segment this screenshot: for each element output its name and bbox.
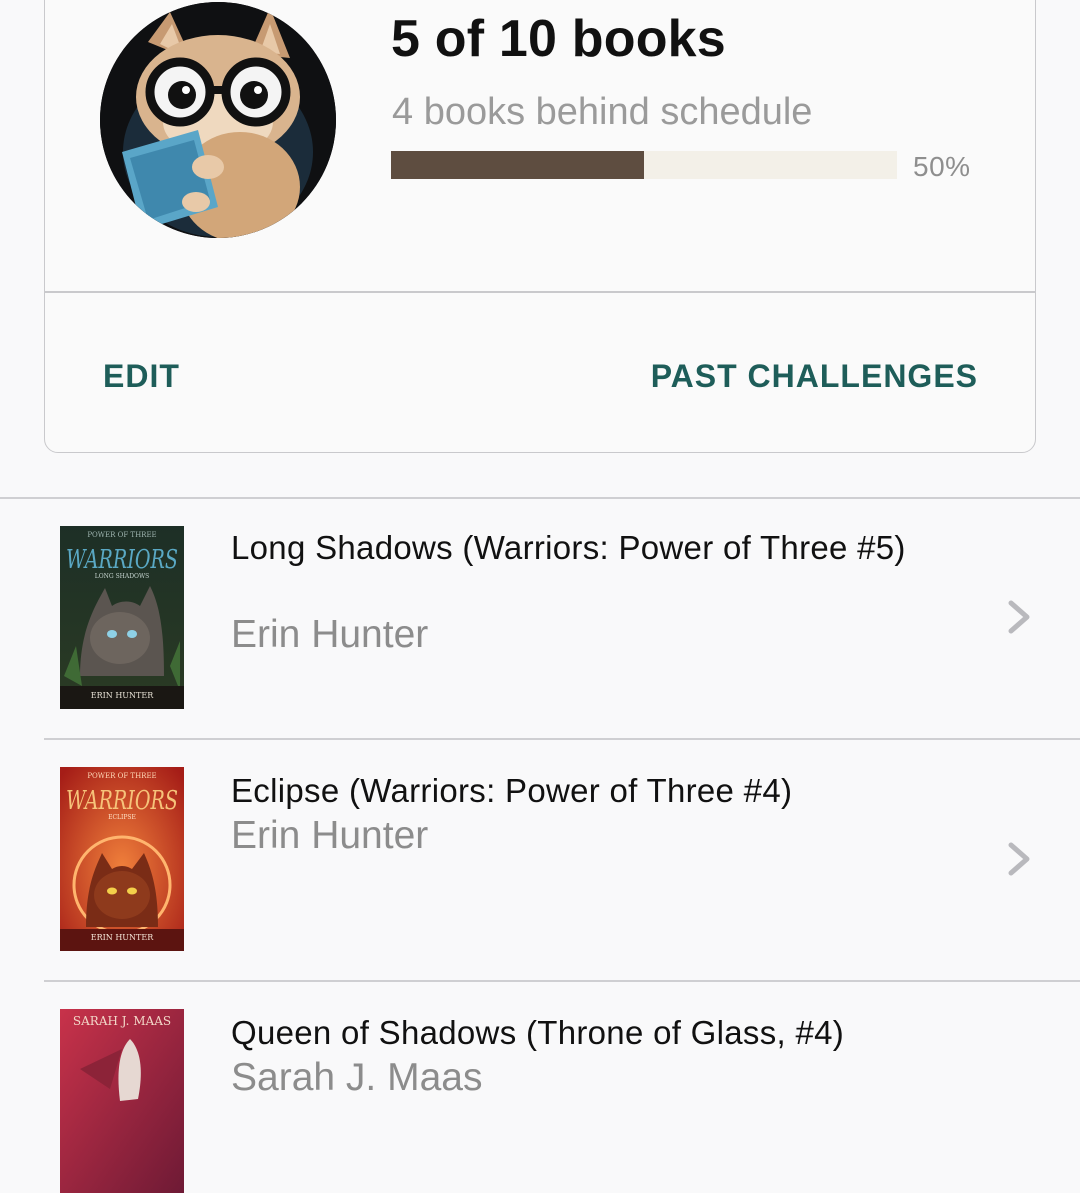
book-title[interactable]: Eclipse (Warriors: Power of Three #4) <box>231 770 971 811</box>
chevron-right-icon <box>1008 842 1030 876</box>
book-author: Erin Hunter <box>231 814 429 857</box>
book-author: Sarah J. Maas <box>231 1056 483 1099</box>
schedule-status: 4 books behind schedule <box>392 91 813 133</box>
svg-text:ERIN HUNTER: ERIN HUNTER <box>91 933 154 942</box>
book-cover-image: POWER OF THREE WARRIORS LONG SHADOWS ERI… <box>60 526 184 709</box>
challenge-progress-label: 50% <box>913 151 971 182</box>
book-cover-image: SARAH J. MAAS <box>60 1009 184 1193</box>
challenge-count-title: 5 of 10 books <box>391 10 726 68</box>
book-list-item[interactable]: POWER OF THREE WARRIORS ECLIPSE ERIN HUN… <box>0 740 1080 980</box>
svg-text:SARAH J. MAAS: SARAH J. MAAS <box>73 1014 171 1028</box>
reading-challenge-card: 5 of 10 books 4 books behind schedule 50… <box>44 0 1036 453</box>
svg-text:LONG SHADOWS: LONG SHADOWS <box>95 573 150 580</box>
svg-text:POWER OF THREE: POWER OF THREE <box>87 531 156 539</box>
book-author: Erin Hunter <box>231 613 429 656</box>
svg-text:ECLIPSE: ECLIPSE <box>108 814 136 821</box>
past-challenges-button[interactable]: PAST CHALLENGES <box>651 358 978 395</box>
challenge-progress-bar <box>391 151 897 179</box>
book-cover-image: POWER OF THREE WARRIORS ECLIPSE ERIN HUN… <box>60 767 184 951</box>
svg-text:WARRIORS: WARRIORS <box>66 786 178 816</box>
book-list-item[interactable]: POWER OF THREE WARRIORS LONG SHADOWS ERI… <box>0 499 1080 738</box>
chevron-right-icon <box>1008 600 1030 634</box>
svg-text:ERIN HUNTER: ERIN HUNTER <box>91 691 154 700</box>
book-cover: POWER OF THREE WARRIORS ECLIPSE ERIN HUN… <box>60 767 184 951</box>
svg-text:POWER OF THREE: POWER OF THREE <box>87 772 156 780</box>
book-list-item[interactable]: SARAH J. MAAS Queen of Shadows (Throne o… <box>0 982 1080 1193</box>
book-cover: SARAH J. MAAS <box>60 1009 184 1193</box>
book-title[interactable]: Long Shadows (Warriors: Power of Three #… <box>231 527 971 568</box>
edit-button[interactable]: EDIT <box>103 358 180 395</box>
book-cover: POWER OF THREE WARRIORS LONG SHADOWS ERI… <box>60 526 184 709</box>
card-divider <box>45 291 1035 293</box>
svg-text:WARRIORS: WARRIORS <box>66 545 178 575</box>
cat-reading-icon <box>100 2 336 238</box>
challenge-progress-fill <box>391 151 644 179</box>
book-title[interactable]: Queen of Shadows (Throne of Glass, #4) <box>231 1012 971 1053</box>
avatar[interactable] <box>100 2 336 238</box>
